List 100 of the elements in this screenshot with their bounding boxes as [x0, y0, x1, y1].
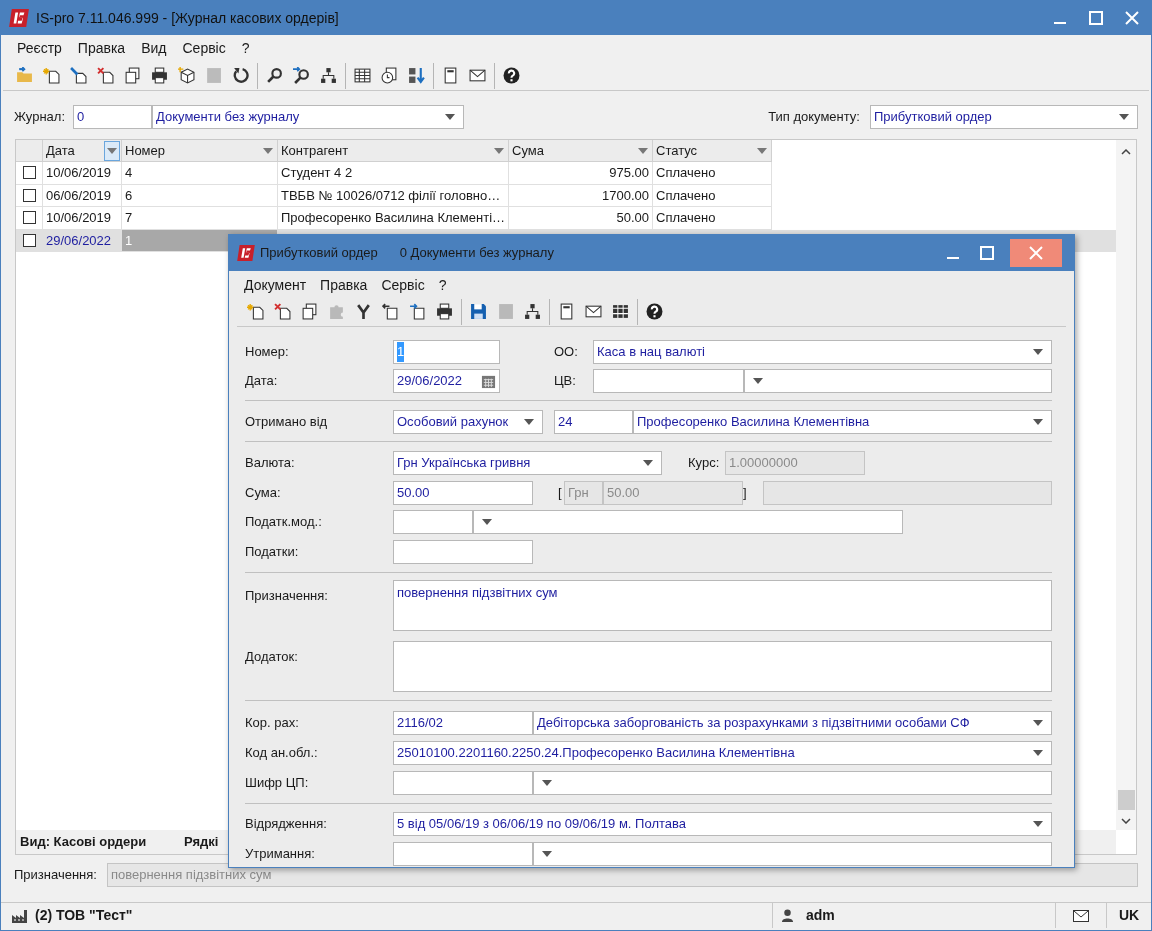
new-document-icon[interactable]: [43, 67, 60, 84]
input-field[interactable]: 0: [73, 104, 153, 129]
hierarchy-icon[interactable]: [524, 303, 541, 320]
menu-item[interactable]: Сервіс: [174, 37, 234, 59]
mail-icon[interactable]: [469, 67, 486, 84]
page-icon[interactable]: [558, 303, 575, 320]
dropdown-arrow-icon[interactable]: [482, 519, 492, 525]
input-field[interactable]: [473, 510, 903, 534]
calendar-icon[interactable]: [481, 373, 496, 389]
dropdown-arrow-icon[interactable]: [1033, 419, 1043, 425]
input-field[interactable]: Особовий рахунок: [393, 410, 543, 434]
input-field[interactable]: [393, 540, 533, 564]
merge-icon[interactable]: [355, 303, 372, 320]
dropdown-arrow-icon[interactable]: [1033, 720, 1043, 726]
input-field[interactable]: Прибутковий ордер: [870, 104, 1138, 129]
menu-item[interactable]: Реєстр: [9, 37, 70, 59]
input-field[interactable]: 50.00: [393, 481, 533, 505]
mail-icon[interactable]: [585, 303, 602, 320]
filter-arrow-icon[interactable]: [638, 147, 648, 154]
copy-icon[interactable]: [301, 303, 318, 320]
new-document-icon[interactable]: [247, 303, 264, 320]
input-field[interactable]: Каса в нац валюті: [593, 340, 1052, 364]
search-icon[interactable]: [293, 67, 310, 84]
delete-document-icon[interactable]: [274, 303, 291, 320]
bracket-text: ]: [743, 484, 748, 503]
dropdown-arrow-icon[interactable]: [542, 780, 552, 786]
print-icon[interactable]: [436, 303, 453, 320]
filter-button[interactable]: [104, 140, 120, 161]
input-field[interactable]: Дебіторська заборгованість за розрахунками з підзвітними особами СФ: [533, 711, 1052, 735]
filter-arrow-icon[interactable]: [494, 147, 504, 154]
input-field[interactable]: [393, 842, 533, 866]
package-icon[interactable]: [178, 67, 195, 84]
menu-item[interactable]: Вид: [133, 37, 175, 59]
input-field[interactable]: Документи без журналу: [152, 104, 465, 129]
columns-icon[interactable]: [612, 303, 629, 320]
dropdown-arrow-icon[interactable]: [1033, 349, 1043, 355]
checkbox[interactable]: [22, 188, 36, 202]
print-icon[interactable]: [151, 67, 168, 84]
maximize-icon[interactable]: [1089, 11, 1103, 25]
input-field[interactable]: [533, 842, 1052, 866]
menu-item[interactable]: ?: [431, 274, 454, 296]
input-field[interactable]: [393, 510, 473, 534]
help-icon[interactable]: [503, 67, 520, 84]
checkbox[interactable]: [22, 233, 36, 247]
language-indicator[interactable]: UK: [1107, 903, 1151, 928]
copy-icon[interactable]: [124, 67, 141, 84]
save-icon[interactable]: [470, 303, 487, 320]
import-icon[interactable]: [382, 303, 399, 320]
input-field[interactable]: 24: [554, 410, 633, 434]
input-field[interactable]: Грн Українська гривня: [393, 451, 662, 475]
sort-icon[interactable]: [408, 67, 425, 84]
dropdown-arrow-icon[interactable]: [643, 460, 653, 466]
mail-icon[interactable]: [1073, 909, 1089, 922]
dropdown-arrow-icon[interactable]: [1119, 113, 1129, 120]
menu-item[interactable]: Правка: [69, 37, 134, 59]
folder-icon[interactable]: [16, 67, 33, 84]
dropdown-arrow-icon[interactable]: [1033, 750, 1043, 756]
input-field[interactable]: 25010100.2201160.2250.24.Професоренко Василина Клементівна: [393, 741, 1052, 765]
input-field[interactable]: 29/06/2022: [393, 369, 500, 393]
table-icon[interactable]: [354, 67, 371, 84]
search-icon[interactable]: [266, 67, 283, 84]
dropdown-arrow-icon[interactable]: [445, 113, 456, 120]
edit-document-icon[interactable]: [70, 67, 87, 84]
table-row[interactable]: 06/06/2019 6 ТВБВ № 10026/0712 філії головно… 1700.00 Сплачено: [16, 184, 1116, 207]
input-field[interactable]: Професоренко Василина Клементівна: [633, 410, 1052, 434]
menu-item[interactable]: Документ: [237, 274, 314, 296]
filter-arrow-icon[interactable]: [107, 147, 117, 154]
scrollbar-thumb[interactable]: [1117, 790, 1135, 810]
checkbox[interactable]: [22, 211, 36, 225]
page-icon[interactable]: [442, 67, 459, 84]
close-icon[interactable]: [1125, 11, 1139, 25]
clock-icon[interactable]: [381, 67, 398, 84]
input-field[interactable]: [593, 369, 744, 393]
refresh-icon[interactable]: [232, 67, 249, 84]
input-field[interactable]: [744, 369, 1052, 393]
input-field[interactable]: [533, 771, 1052, 795]
table-row[interactable]: 10/06/2019 4 Студент 4 2 975.00 Сплачено: [16, 162, 1116, 185]
table-row[interactable]: 10/06/2019 7 Професоренко Василина Клементі… 50.00 Сплачено: [16, 207, 1116, 230]
checkbox[interactable]: [22, 166, 36, 180]
input-field[interactable]: [393, 771, 533, 795]
input-field[interactable]: 5 від 05/06/19 з 06/06/19 по 09/06/19 м. Полтава: [393, 812, 1052, 836]
help-icon[interactable]: [646, 303, 663, 320]
filter-arrow-icon[interactable]: [757, 147, 767, 154]
menu-item[interactable]: Правка: [313, 274, 375, 296]
dropdown-arrow-icon[interactable]: [1033, 821, 1043, 827]
menu-item[interactable]: ?: [233, 37, 258, 59]
dropdown-arrow-icon[interactable]: [524, 419, 534, 425]
filter-arrow-icon[interactable]: [263, 147, 273, 154]
delete-document-icon[interactable]: [97, 67, 114, 84]
input-field[interactable]: 2116/02: [393, 711, 533, 735]
dropdown-arrow-icon[interactable]: [542, 851, 552, 857]
scroll-up-icon[interactable]: [1121, 149, 1131, 155]
export-icon[interactable]: [409, 303, 426, 320]
maximize-icon[interactable]: [980, 246, 994, 260]
scroll-down-icon[interactable]: [1121, 818, 1131, 824]
hierarchy-icon[interactable]: [320, 67, 337, 84]
dropdown-arrow-icon[interactable]: [753, 378, 763, 384]
text-area[interactable]: повернення підзвітних сум: [393, 580, 1052, 631]
menu-item[interactable]: Сервіс: [374, 274, 432, 296]
table-cell: 06/06/2019: [43, 184, 122, 207]
